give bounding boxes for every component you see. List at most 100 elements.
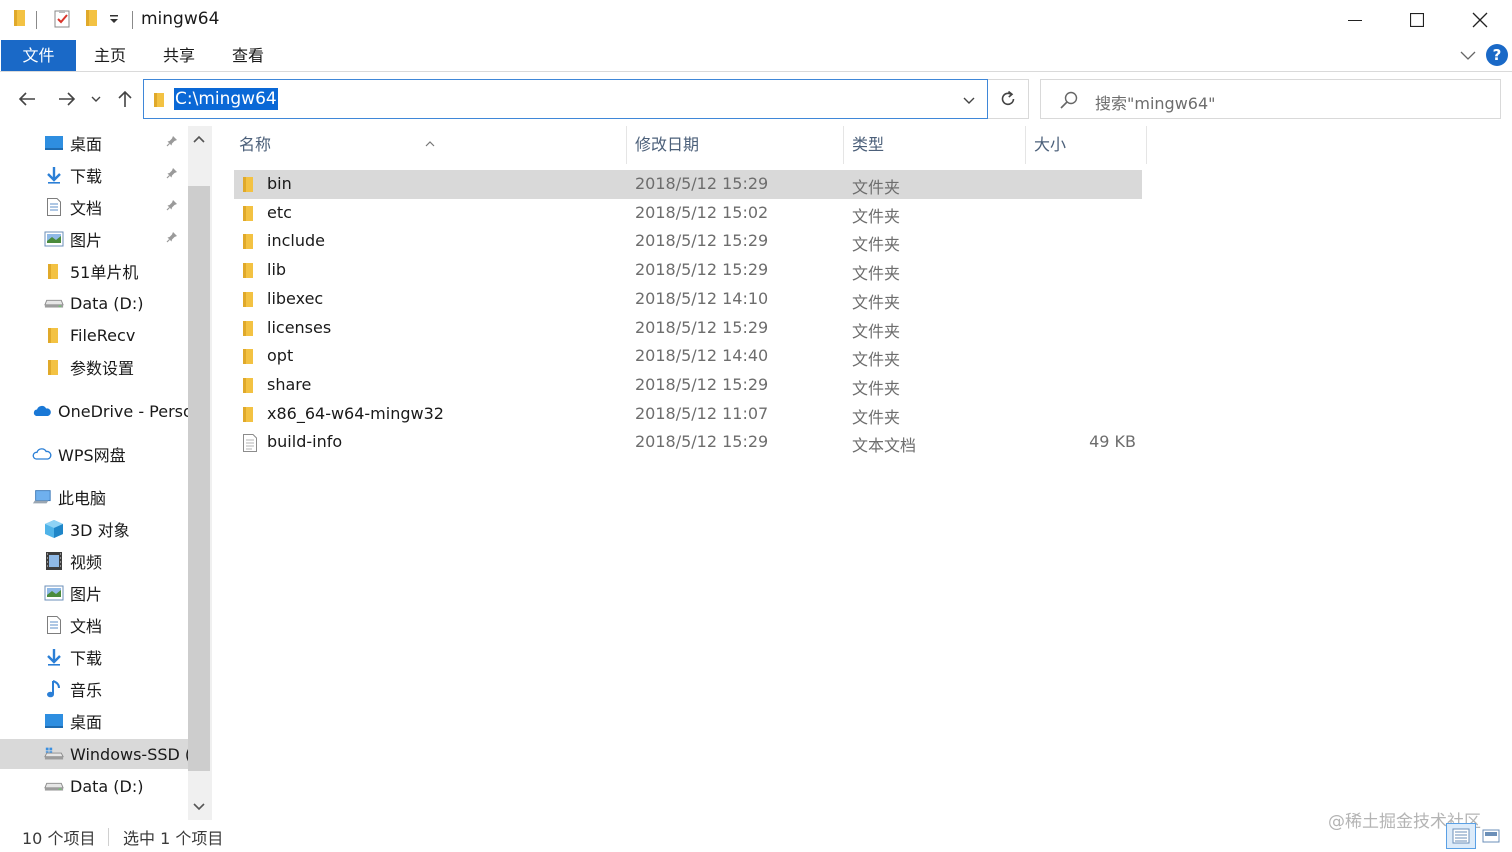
search-input[interactable]: 搜索"mingw64" — [1040, 79, 1501, 119]
file-size: 49 KB — [1089, 432, 1136, 452]
details-view-button[interactable] — [1446, 823, 1476, 849]
file-row[interactable]: libexec 2018/5/12 14:10 文件夹 — [234, 285, 1142, 314]
file-name: lib — [267, 260, 287, 280]
pictures-icon — [44, 230, 64, 248]
file-type: 文件夹 — [852, 235, 901, 255]
drive-icon — [44, 294, 64, 312]
tab-share[interactable]: 共享 — [149, 40, 209, 71]
search-icon — [1059, 90, 1079, 114]
nav-item[interactable]: 桌面 — [0, 706, 188, 736]
file-date: 2018/5/12 14:10 — [635, 288, 769, 308]
address-bar[interactable]: C:\mingw64 — [143, 79, 988, 119]
file-row[interactable]: share 2018/5/12 15:29 文件夹 — [234, 371, 1142, 400]
minimize-icon — [1348, 20, 1362, 21]
nav-item[interactable]: 参数设置 — [0, 352, 188, 382]
folder-icon — [12, 9, 28, 27]
file-type: 文件夹 — [852, 321, 901, 341]
wps-cloud-icon — [32, 445, 52, 463]
view-switcher — [1446, 823, 1506, 849]
column-header-date[interactable]: 修改日期 — [626, 126, 843, 164]
nav-item[interactable]: 下载 — [0, 642, 188, 672]
arrow-up-icon — [118, 90, 132, 107]
file-date: 2018/5/12 11:07 — [635, 403, 769, 423]
file-date: 2018/5/12 15:29 — [635, 260, 769, 280]
column-size-label: 大小 — [1034, 135, 1067, 154]
nav-item-label: 视频 — [70, 553, 103, 572]
minimize-button[interactable] — [1324, 0, 1386, 40]
customize-quick-access-icon[interactable] — [108, 13, 120, 25]
drive-icon — [44, 777, 64, 795]
nav-item[interactable]: Windows-SSD ( — [0, 739, 188, 769]
scroll-thumb[interactable] — [188, 186, 210, 771]
arrow-left-icon — [18, 92, 35, 106]
file-row[interactable]: lib 2018/5/12 15:29 文件夹 — [234, 256, 1142, 285]
column-divider[interactable] — [1146, 126, 1147, 164]
column-header-type[interactable]: 类型 — [843, 126, 1025, 164]
nav-item-label: 下载 — [70, 649, 103, 668]
folder-icon — [242, 406, 256, 427]
new-folder-icon[interactable] — [84, 9, 100, 27]
close-icon — [1472, 12, 1488, 28]
nav-item[interactable]: 下载 — [0, 160, 188, 190]
nav-item[interactable]: Data (D:) — [0, 288, 188, 318]
file-row[interactable]: include 2018/5/12 15:29 文件夹 — [234, 227, 1142, 256]
close-button[interactable] — [1449, 0, 1511, 40]
refresh-button[interactable] — [988, 79, 1029, 119]
refresh-icon — [1001, 90, 1015, 106]
nav-item[interactable]: OneDrive - Perso — [0, 396, 188, 426]
maximize-button[interactable] — [1386, 0, 1448, 40]
file-row[interactable]: bin 2018/5/12 15:29 文件夹 — [234, 170, 1142, 199]
nav-item[interactable]: 51单片机 — [0, 256, 188, 286]
folder-icon — [44, 358, 64, 376]
search-placeholder: 搜索"mingw64" — [1095, 94, 1216, 113]
folder-icon — [242, 233, 256, 254]
address-history-dropdown[interactable] — [963, 91, 975, 110]
forward-button[interactable] — [54, 86, 80, 112]
file-type: 文本文档 — [852, 436, 917, 456]
file-row[interactable]: licenses 2018/5/12 15:29 文件夹 — [234, 314, 1142, 343]
tab-home[interactable]: 主页 — [80, 40, 140, 71]
column-header-name[interactable]: 名称 — [230, 126, 626, 164]
music-icon — [44, 680, 64, 698]
file-row[interactable]: x86_64-w64-mingw32 2018/5/12 11:07 文件夹 — [234, 400, 1142, 429]
file-row[interactable]: opt 2018/5/12 14:40 文件夹 — [234, 342, 1142, 371]
nav-item[interactable]: 文档 — [0, 192, 188, 222]
nav-item[interactable]: 文档 — [0, 610, 188, 640]
nav-item[interactable]: 此电脑 — [0, 482, 188, 512]
nav-item[interactable]: 3D 对象 — [0, 514, 188, 544]
nav-item[interactable]: Data (D:) — [0, 771, 188, 801]
address-path[interactable]: C:\mingw64 — [174, 88, 278, 110]
nav-item[interactable]: FileRecv — [0, 320, 188, 350]
up-button[interactable] — [112, 86, 138, 112]
this-pc-icon — [32, 488, 52, 506]
scroll-down-icon[interactable] — [192, 800, 206, 815]
large-icons-view-button[interactable] — [1476, 823, 1506, 849]
folder-icon — [44, 262, 64, 280]
nav-item[interactable]: 视频 — [0, 546, 188, 576]
nav-item[interactable]: 图片 — [0, 224, 188, 254]
tab-view[interactable]: 查看 — [218, 40, 278, 71]
nav-item-label: 音乐 — [70, 681, 103, 700]
folder-icon — [242, 348, 256, 369]
expand-ribbon-icon[interactable] — [1460, 46, 1476, 65]
nav-item[interactable]: 音乐 — [0, 674, 188, 704]
recent-locations-button[interactable] — [86, 86, 106, 112]
nav-item-label: 桌面 — [70, 135, 103, 154]
scroll-up-icon[interactable] — [192, 132, 206, 147]
nav-item[interactable]: 图片 — [0, 578, 188, 608]
help-button[interactable]: ? — [1486, 44, 1508, 66]
properties-icon[interactable] — [52, 9, 72, 29]
back-button[interactable] — [14, 86, 40, 112]
column-name-label: 名称 — [239, 135, 272, 154]
nav-item[interactable]: WPS网盘 — [0, 439, 188, 469]
nav-item[interactable]: 桌面 — [0, 128, 188, 158]
details-view-icon — [1452, 828, 1470, 844]
tab-file[interactable]: 文件 — [1, 40, 76, 71]
file-row[interactable]: build-info 2018/5/12 15:29 文本文档 49 KB — [234, 428, 1142, 457]
column-header-size[interactable]: 大小 — [1025, 126, 1146, 164]
nav-item-label: 文档 — [70, 617, 103, 636]
nav-scrollbar[interactable] — [188, 126, 212, 820]
navigation-pane[interactable]: 桌面 下载 文档 图片 51单片机 Data (D:) FileRecv 参数设置 OneDri… — [0, 126, 212, 820]
file-row[interactable]: etc 2018/5/12 15:02 文件夹 — [234, 199, 1142, 228]
file-name: etc — [267, 202, 292, 222]
